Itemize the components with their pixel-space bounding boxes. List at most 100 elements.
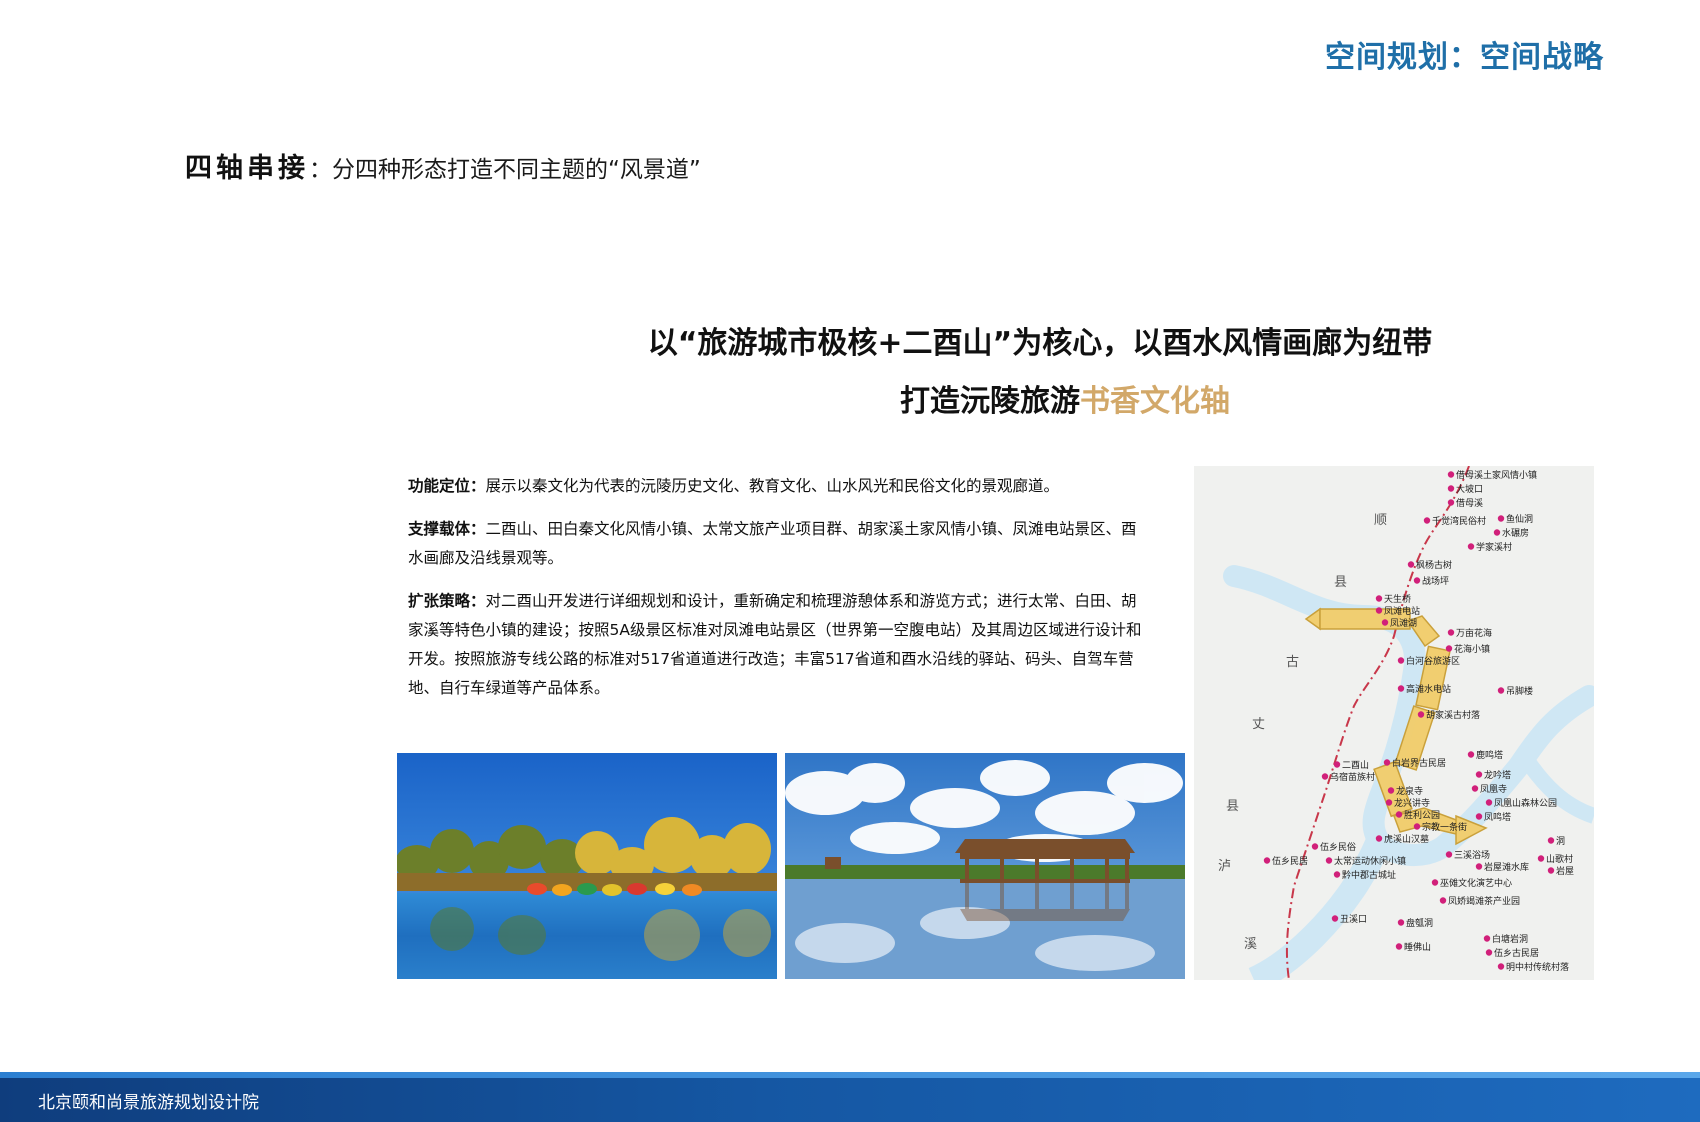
map-place-marker bbox=[1485, 799, 1493, 806]
map-place: 乌宿苗族村 bbox=[1321, 771, 1375, 783]
map-place-label: 宗教一条街 bbox=[1422, 821, 1467, 833]
paragraph-label: 支撑载体： bbox=[408, 520, 486, 538]
map-place-label: 巫傩文化演艺中心 bbox=[1440, 877, 1512, 889]
map-place-label: 伍乡民俗 bbox=[1320, 841, 1356, 853]
map-place-marker bbox=[1331, 915, 1339, 922]
map-place-label: 万亩花海 bbox=[1456, 627, 1492, 639]
paragraph-carrier: 支撑载体：二酉山、田白秦文化风情小镇、太常文旅产业项目群、胡家溪土家风情小镇、凤… bbox=[408, 515, 1148, 573]
map-place-label: 龙吟塔 bbox=[1484, 769, 1511, 781]
section-subtitle: 分四种形态打造不同主题的“风景道” bbox=[332, 157, 701, 183]
map-county-label: 顺 bbox=[1374, 513, 1387, 528]
map-place-marker bbox=[1395, 943, 1403, 950]
paragraph-text: 二酉山、田白秦文化风情小镇、太常文旅产业项目群、胡家溪土家风情小镇、凤滩电站景区… bbox=[408, 520, 1137, 567]
map-place-label: 水碾房 bbox=[1502, 527, 1529, 539]
map-place: 高滩水电站 bbox=[1397, 683, 1451, 695]
map-place-label: 岩屋 bbox=[1556, 865, 1574, 877]
map-place-marker bbox=[1475, 771, 1483, 778]
map-place-label: 凤滩湖 bbox=[1390, 617, 1417, 629]
map-county-label: 溪 bbox=[1244, 937, 1257, 952]
headline-highlight: 书香文化轴 bbox=[1080, 384, 1230, 419]
map-place: 虎溪山汉墓 bbox=[1375, 833, 1429, 845]
map-place-marker bbox=[1483, 935, 1491, 942]
map-place: 白河谷旅游区 bbox=[1397, 655, 1460, 667]
headline-line-1: 以“旅游城市极核+二酉山”为核心，以酉水风情画廊为纽带 bbox=[647, 326, 1433, 361]
map-place-label: 龙泉寺 bbox=[1396, 785, 1423, 797]
map-place-label: 白岩界古民居 bbox=[1392, 757, 1446, 769]
map-place-marker bbox=[1423, 517, 1431, 524]
heading-separator: ： bbox=[309, 157, 332, 183]
map-place-marker bbox=[1447, 471, 1455, 478]
map-place-label: 吊脚楼 bbox=[1506, 685, 1533, 697]
map-place-marker bbox=[1387, 787, 1395, 794]
axis-label: 四轴串接 bbox=[185, 153, 309, 184]
map-place-marker bbox=[1397, 685, 1405, 692]
map-place-label: 凤滩电站 bbox=[1384, 605, 1420, 617]
map-place-marker bbox=[1537, 855, 1545, 862]
map-county-label: 泸 bbox=[1218, 859, 1231, 874]
map-place: 岩屋滩水库 bbox=[1475, 861, 1529, 873]
map-place-label: 乌宿苗族村 bbox=[1330, 771, 1375, 783]
page-header-title: 空间规划：空间战略 bbox=[1325, 40, 1604, 75]
map-place-marker bbox=[1485, 949, 1493, 956]
map-place-label: 天生桥 bbox=[1384, 593, 1411, 605]
map-place-label: 凤鸣塔 bbox=[1484, 811, 1511, 823]
map-place-marker bbox=[1445, 645, 1453, 652]
paragraph-text: 展示以秦文化为代表的沅陵历史文化、教育文化、山水风光和民俗文化的景观廊道。 bbox=[485, 477, 1060, 495]
map-place-marker bbox=[1445, 851, 1453, 858]
map-place-label: 太常运动休闲小镇 bbox=[1334, 855, 1406, 867]
map-place-label: 伍乡民居 bbox=[1272, 856, 1308, 867]
map-place-marker bbox=[1497, 687, 1505, 694]
map-place-label: 盘瓠洞 bbox=[1406, 917, 1433, 929]
footer-org-name: 北京颐和尚景旅游规划设计院 bbox=[38, 1093, 259, 1113]
map-place-label: 大坡口 bbox=[1456, 483, 1483, 495]
map-place-label: 借母溪 bbox=[1456, 497, 1483, 509]
photo-poplar-lake bbox=[397, 753, 777, 979]
map-place-label: 借母溪土家风情小镇 bbox=[1456, 469, 1537, 481]
map-place-marker bbox=[1311, 843, 1319, 850]
map-place-label: 伍乡古民居 bbox=[1494, 947, 1539, 959]
map-place-marker bbox=[1431, 879, 1439, 886]
map-place-label: 凤凰山森林公园 bbox=[1494, 797, 1557, 809]
map-place-label: 山歌村 bbox=[1546, 853, 1573, 865]
map-place-label: 胜利公园 bbox=[1404, 809, 1440, 821]
map-place-label: 枫杨古树 bbox=[1416, 559, 1452, 571]
paragraph-text: 对二酉山开发进行详细规划和设计，重新确定和梳理游憩体系和游览方式；进行太常、白田… bbox=[408, 592, 1142, 697]
map-place-marker bbox=[1385, 799, 1393, 806]
map-place: 凤娇竭滩茶产业园 bbox=[1439, 895, 1520, 907]
map-place-marker bbox=[1375, 835, 1383, 842]
map-place: 凤凰山森林公园 bbox=[1485, 797, 1557, 809]
map-place-label: 二酉山 bbox=[1342, 760, 1369, 771]
map-place-marker bbox=[1447, 499, 1455, 506]
map-place: 白岩界古民居 bbox=[1383, 757, 1446, 769]
map-place: 借母溪土家风情小镇 bbox=[1447, 469, 1537, 481]
map-place-label: 花海小镇 bbox=[1454, 643, 1490, 655]
tourism-axis-map: 借母溪土家风情小镇 大坡口借母溪千觉湾民俗村 鱼仙洞水碾房学家溪村枫杨古树战场坪 天生… bbox=[1194, 466, 1594, 980]
map-place-marker bbox=[1383, 759, 1391, 766]
map-place-marker bbox=[1397, 919, 1405, 926]
map-place-label: 鱼仙洞 bbox=[1506, 513, 1533, 525]
map-place-marker bbox=[1407, 561, 1415, 568]
map-place: 千觉湾民俗村 bbox=[1423, 515, 1486, 527]
paragraph-function: 功能定位：展示以秦文化为代表的沅陵历史文化、教育文化、山水风光和民俗文化的景观廊… bbox=[408, 472, 1148, 501]
map-place-label: 岩屋滩水库 bbox=[1484, 861, 1529, 873]
paragraph-label: 扩张策略： bbox=[408, 592, 486, 610]
map-place-label: 龙兴讲寺 bbox=[1394, 797, 1430, 809]
map-place-label: 睡佛山 bbox=[1404, 941, 1431, 953]
map-place-marker bbox=[1397, 657, 1405, 664]
map-place-label: 鹿鸣塔 bbox=[1476, 749, 1503, 761]
paragraph-expansion: 扩张策略：对二酉山开发进行详细规划和设计，重新确定和梳理游憩体系和游览方式；进行… bbox=[408, 587, 1148, 703]
map-place: 太常运动休闲小镇 bbox=[1325, 855, 1406, 867]
map-place-label: 千觉湾民俗村 bbox=[1432, 515, 1486, 527]
map-county-label: 县 bbox=[1334, 575, 1347, 590]
map-place-label: 学家溪村 bbox=[1476, 541, 1512, 553]
strategy-text-block: 功能定位：展示以秦文化为代表的沅陵历史文化、教育文化、山水风光和民俗文化的景观廊… bbox=[408, 472, 1148, 717]
map-place-marker bbox=[1321, 773, 1329, 780]
map-place-label: 凤娇竭滩茶产业园 bbox=[1448, 895, 1520, 907]
map-place-marker bbox=[1493, 529, 1501, 536]
map-place-marker bbox=[1381, 619, 1389, 626]
map-place-label: 战场坪 bbox=[1422, 576, 1449, 587]
map-place: 明中村传统村落 bbox=[1497, 961, 1569, 973]
map-place-marker bbox=[1497, 515, 1505, 522]
map-place-marker bbox=[1467, 543, 1475, 550]
map-place-label: 白塘岩洞 bbox=[1492, 933, 1528, 945]
